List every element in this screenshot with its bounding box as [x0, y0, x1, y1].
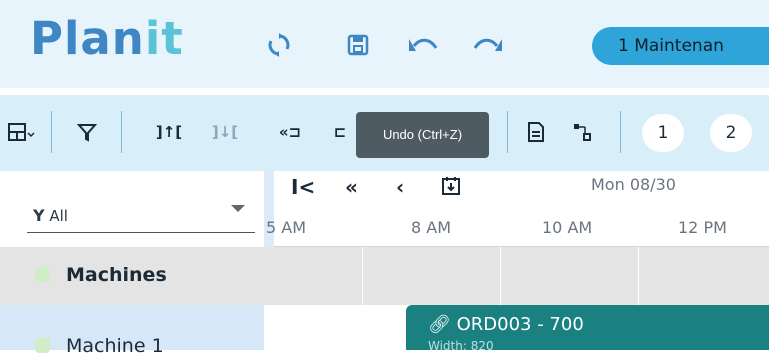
resource-row-label: Machine 1 [66, 335, 164, 357]
undo-tooltip: Undo (Ctrl+Z) [356, 112, 489, 158]
toolbar-separator [51, 111, 52, 153]
resource-row-group[interactable]: Machines [0, 247, 769, 305]
toolbar-separator [507, 111, 508, 153]
order-bar[interactable]: 🔗︎ ORD003 - 700 Width: 820 [406, 305, 769, 353]
sort-up-icon[interactable]: ]↑[ [155, 117, 183, 147]
time-label: 12 PM [678, 218, 727, 237]
filter-select[interactable]: Y All [33, 206, 68, 225]
save-icon[interactable] [341, 28, 375, 62]
date-label: Mon 08/30 [591, 175, 676, 194]
round-button-1[interactable]: 1 [642, 114, 684, 152]
prev-icon[interactable]: ‹ [396, 175, 404, 199]
resource-filter[interactable]: Y All [0, 171, 264, 247]
today-icon[interactable] [441, 176, 461, 201]
connect-icon[interactable] [571, 117, 593, 147]
toolbar-separator [121, 111, 122, 153]
undo-icon[interactable] [406, 28, 440, 62]
grid-line [362, 247, 363, 350]
redo-icon[interactable] [471, 28, 505, 62]
filter-icon[interactable] [76, 117, 98, 147]
collapse-icon[interactable]: «⊐ [276, 117, 304, 147]
order-title: 🔗︎ ORD003 - 700 [428, 314, 584, 335]
resource-cell[interactable]: Machine 1 [0, 305, 264, 357]
sync-icon[interactable] [262, 28, 296, 62]
link-icon: 🔗︎ [428, 314, 451, 335]
logo-plan: Plan [30, 12, 145, 65]
order-label: ORD003 - 700 [456, 314, 584, 335]
filter-value: All [49, 207, 68, 225]
prev-fast-icon[interactable]: « [345, 175, 358, 199]
expand-icon[interactable]: ⊏ [330, 117, 350, 147]
toolbar-separator [620, 111, 621, 153]
order-subtitle: Width: 820 [428, 339, 494, 353]
table-dropdown-icon[interactable] [6, 117, 36, 147]
document-icon[interactable] [525, 117, 547, 147]
time-label: 10 AM [542, 218, 593, 237]
filter-underline [27, 232, 255, 233]
chevron-down-icon[interactable] [231, 205, 245, 212]
first-icon[interactable]: I< [291, 175, 315, 199]
time-label: 5 AM [266, 218, 307, 237]
round-button-2[interactable]: 2 [710, 114, 752, 152]
logo-it: it [144, 12, 184, 65]
maintenance-pill[interactable]: 1 Maintenan [592, 27, 769, 65]
time-label: 8 AM [411, 218, 452, 237]
sort-down-icon[interactable]: ]↓[ [211, 117, 239, 147]
status-dot [35, 338, 50, 353]
app-logo: Planit [30, 16, 184, 61]
resource-row-label: Machines [66, 264, 167, 286]
status-dot [35, 267, 50, 282]
filter-icon: Y [33, 206, 45, 225]
